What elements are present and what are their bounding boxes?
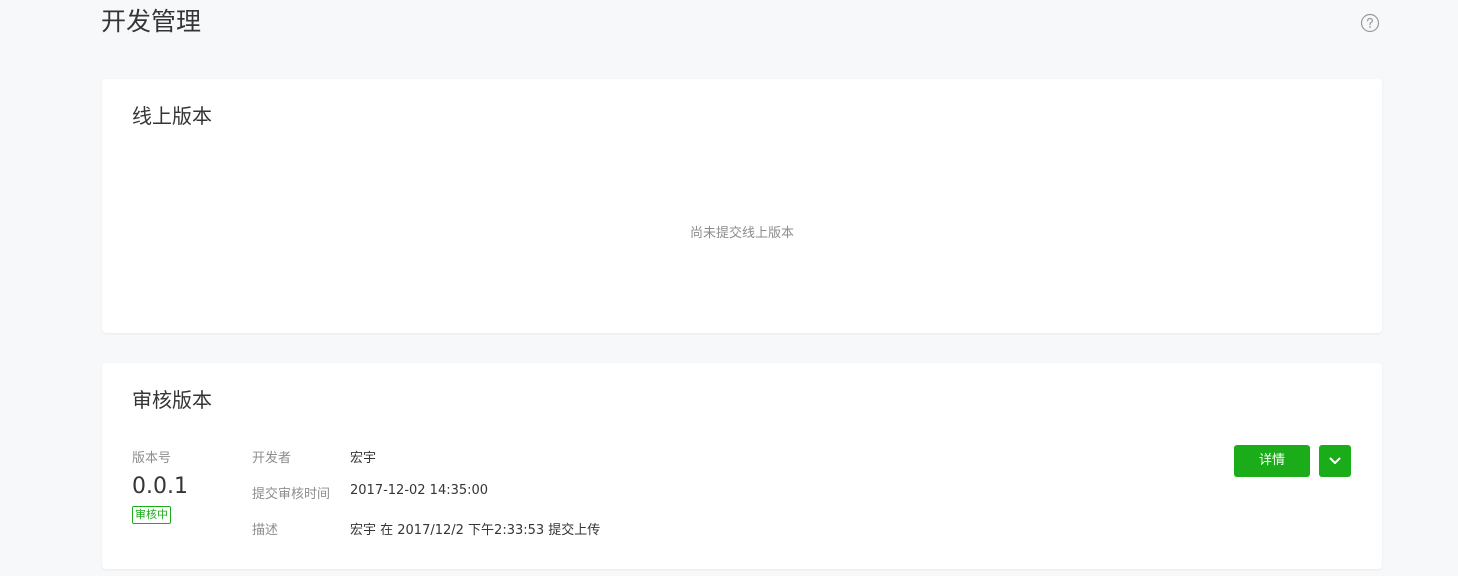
version-label: 版本号 <box>132 451 172 466</box>
more-dropdown-button[interactable] <box>1319 445 1351 477</box>
question-circle-icon[interactable] <box>1360 13 1380 33</box>
description-value: 宏宇 在 2017/12/2 下午2:33:53 提交上传 <box>350 523 601 538</box>
developer-value: 宏宇 <box>350 451 377 466</box>
developer-label: 开发者 <box>252 451 292 466</box>
description-label: 描述 <box>252 523 279 538</box>
review-version-title: 审核版本 <box>132 388 212 412</box>
dev-management-page: 开发管理 线上版本 尚未提交线上版本 审核版本 版本号 0.0.1 审核中 开发… <box>0 0 1458 576</box>
empty-tip: 尚未提交线上版本 <box>689 226 794 241</box>
detail-button[interactable]: 详情 <box>1234 445 1310 477</box>
online-version-card: 线上版本 尚未提交线上版本 <box>102 79 1382 333</box>
page-title: 开发管理 <box>101 7 202 36</box>
submit-time-value: 2017-12-02 14:35:00 <box>350 483 489 498</box>
submit-time-label: 提交审核时间 <box>252 487 331 502</box>
chevron-down-icon <box>1329 457 1341 464</box>
status-badge: 审核中 <box>132 506 171 524</box>
online-version-title: 线上版本 <box>132 104 212 128</box>
version-number: 0.0.1 <box>132 474 188 499</box>
review-version-card: 审核版本 版本号 0.0.1 审核中 开发者 宏宇 提交审核时间 2017-12… <box>102 363 1382 569</box>
